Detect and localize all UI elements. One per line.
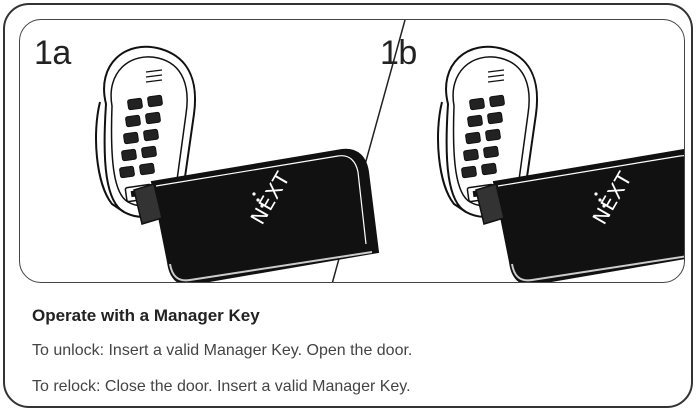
illustration-panel: NEXT: [19, 19, 685, 283]
unlock-instruction: To unlock: Insert a valid Manager Key. O…: [32, 342, 413, 359]
illustration-svg: NEXT: [95, 20, 684, 282]
step-label-1a: 1a: [34, 34, 71, 72]
instructions-heading: Operate with a Manager Key: [32, 306, 260, 325]
instruction-card: NEXT: [3, 3, 693, 408]
relock-instruction: To relock: Close the door. Insert a vali…: [32, 378, 411, 395]
step-label-1b: 1b: [380, 34, 417, 72]
